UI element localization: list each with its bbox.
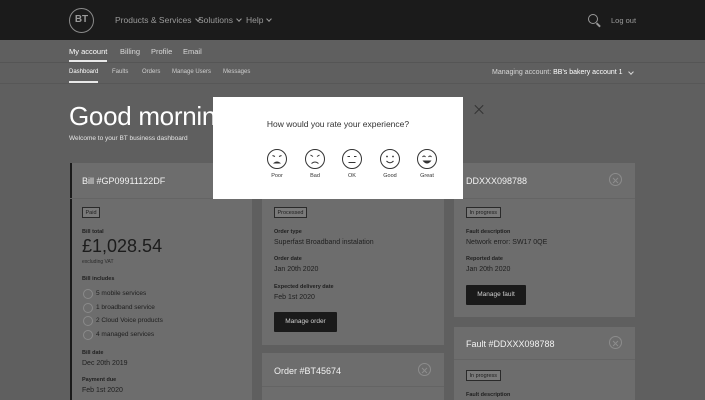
bill-include-item: 4 managed services [82, 330, 155, 340]
dismiss-icon[interactable] [609, 173, 622, 186]
delivery-date-label: Expected delivery date [274, 284, 334, 290]
fault-card-2 [454, 327, 635, 400]
tab-my-account[interactable]: My account [69, 47, 108, 62]
rating-label: Good [383, 173, 397, 179]
top-header: BT Products & Services Solutions Help Lo… [0, 0, 705, 40]
reported-date-label: Reported date [466, 256, 503, 262]
bill-date-label: Bill date [82, 350, 104, 356]
rating-question: How would you rate your experience? [266, 119, 410, 129]
order-date-label: Order date [274, 256, 302, 262]
subtab-dashboard[interactable]: Dashboard [69, 69, 99, 83]
welcome-text: Welcome to your BT business dashboard [69, 135, 188, 142]
order-card-2-divider [262, 386, 444, 387]
tab-email[interactable]: Email [183, 47, 202, 56]
bill-include-item: 5 mobile services [82, 289, 147, 299]
rating-label: Poor [271, 173, 283, 179]
bt-logo[interactable]: BT [69, 8, 94, 33]
subtab-manage-users[interactable]: Manage Users [172, 69, 211, 75]
ok-face-icon [342, 149, 362, 169]
dismiss-icon[interactable] [609, 336, 622, 349]
status-badge-paid: Paid [82, 207, 101, 218]
poor-face-icon [267, 149, 287, 169]
rating-label: Bad [310, 173, 320, 179]
bill-includes-label: Bill includes [82, 276, 115, 282]
tab-profile[interactable]: Profile [151, 47, 172, 56]
payment-due-label: Payment due [82, 377, 117, 383]
subtab-messages[interactable]: Messages [223, 69, 250, 75]
good-face-icon [380, 149, 400, 169]
manage-fault-button[interactable]: Manage fault [466, 285, 526, 305]
rating-modal: How would you rate your experience? Poor… [213, 97, 463, 199]
rating-option-great[interactable]: Great [407, 148, 447, 179]
fault-desc-value: Network error: SW17 0QE [466, 239, 548, 246]
status-badge-in-progress: In progress [466, 207, 501, 218]
rating-option-bad[interactable]: Bad [295, 148, 335, 179]
dismiss-icon[interactable] [418, 363, 431, 376]
rating-label: OK [348, 173, 356, 179]
bill-total-value: £1,028.54 [82, 236, 163, 256]
order-card-2 [262, 353, 444, 400]
fault-card-2-title: Fault #DDXXX098788 [466, 339, 555, 349]
bill-include-item: 2 Cloud Voice products [83, 316, 163, 326]
delivery-date-value: Feb 1st 2020 [274, 294, 315, 301]
close-icon[interactable] [474, 105, 484, 115]
order-type-value: Superfast Broadband instalation [274, 239, 374, 246]
manage-order-button[interactable]: Manage order [274, 312, 337, 332]
nav-products-services[interactable]: Products & Services [115, 15, 200, 25]
great-face-icon [417, 149, 437, 169]
bill-card-title: Bill #GP09911122DF [82, 176, 166, 186]
rating-option-good[interactable]: Good [370, 148, 410, 179]
managing-label: Managing account: [492, 69, 552, 76]
bill-total-label: Bill total [82, 229, 104, 235]
bill-include-item: 1 broadband service [83, 303, 155, 313]
fault-card-2-divider [454, 359, 635, 360]
bill-vat-note: excluding VAT [82, 259, 114, 265]
logout-link[interactable]: Log out [611, 16, 636, 25]
rating-option-poor[interactable]: Poor [257, 148, 297, 179]
order-card-2-title: Order #BT45674 [274, 366, 342, 376]
order-type-label: Order type [274, 229, 302, 235]
nav-help[interactable]: Help [246, 15, 271, 25]
fault-card-title: DDXXX098788 [466, 176, 528, 186]
fault-desc-label: Fault description [466, 229, 511, 235]
bill-date-value: Dec 20th 2019 [82, 360, 128, 367]
rating-label: Great [420, 173, 434, 179]
tab-billing[interactable]: Billing [120, 47, 140, 56]
managing-account-name: BB's bakery account 1 [553, 69, 623, 76]
rating-option-ok[interactable]: OK [332, 148, 372, 179]
status-badge-in-progress: In progress [466, 370, 501, 381]
bad-face-icon [305, 149, 325, 169]
fault-desc-label: Fault description [466, 392, 511, 398]
managing-account-selector[interactable]: Managing account: BB's bakery account 1 [492, 69, 623, 76]
status-badge-processed: Processed [274, 207, 307, 218]
order-date-value: Jan 20th 2020 [274, 266, 319, 273]
subtab-orders[interactable]: Orders [142, 69, 160, 75]
reported-date-value: Jan 20th 2020 [466, 266, 511, 273]
search-icon[interactable] [588, 14, 598, 24]
account-nav: My account Billing Profile Email [0, 40, 705, 63]
subtab-faults[interactable]: Faults [112, 69, 128, 75]
payment-due-value: Feb 1st 2020 [82, 387, 123, 394]
fault-card-divider [454, 198, 635, 199]
nav-solutions[interactable]: Solutions [198, 15, 241, 25]
